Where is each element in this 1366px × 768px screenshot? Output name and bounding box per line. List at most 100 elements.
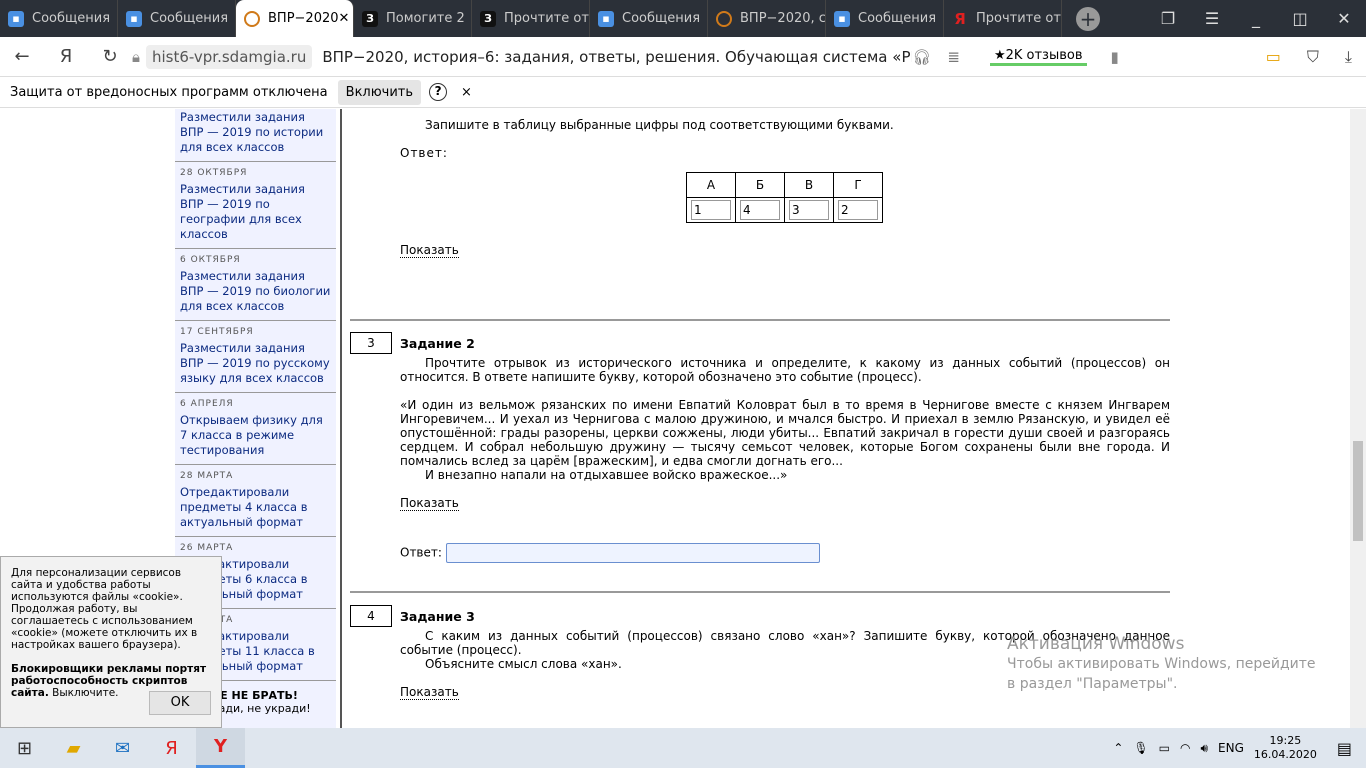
headphones-icon[interactable]: 🎧︎ [912, 48, 931, 66]
tab-label: ВПР−2020, с [740, 11, 826, 26]
minimize-button[interactable]: _ [1234, 9, 1278, 28]
tab[interactable]: З Прочтите от [472, 0, 590, 37]
cookie-ok-button[interactable]: OK [149, 691, 211, 715]
news-link[interactable]: Разместили задания ВПР — 2019 по истории… [180, 110, 332, 155]
page-title[interactable]: ВПР−2020, история–6: задания, ответы, ре… [322, 48, 912, 66]
yandex-icon[interactable]: Я [44, 46, 88, 67]
news-link[interactable]: Разместили задания ВПР — 2019 по русском… [180, 341, 332, 386]
message-icon: ▪ [8, 10, 24, 27]
lock-icon[interactable]: 🔒︎ [132, 48, 140, 66]
news-item: 28 МАРТА Отредактировали предметы 4 класс… [175, 465, 336, 537]
reviews-button[interactable]: ★2K отзывов [989, 48, 1087, 66]
table-header: Б [735, 172, 785, 198]
table-header: Г [833, 172, 883, 198]
date: 16.04.2020 [1253, 748, 1317, 761]
url-domain[interactable]: hist6-vpr.sdamgia.ru [145, 44, 313, 69]
news-date: 6 ОКТЯБРЯ [180, 255, 241, 265]
answer-cell-input[interactable] [740, 200, 780, 220]
answer-cell-input[interactable] [789, 200, 829, 220]
news-link[interactable]: Разместили задания ВПР — 2019 по географ… [180, 182, 332, 242]
answer-table: АБВГ [686, 172, 883, 223]
cookie-notice: Для персонализации сервисов сайта и удоб… [0, 556, 222, 728]
menu-icon[interactable]: ☰ [1190, 9, 1234, 28]
yandex-browser-icon[interactable]: Я [147, 728, 196, 768]
close-icon[interactable]: × [461, 85, 472, 100]
tab-bar: ▪ Сообщения ▪ Сообщения ВПР−2020 ✕ З Помогите 2… [0, 0, 1366, 37]
divider [350, 591, 1170, 593]
reload-icon[interactable]: ↻ [88, 46, 132, 67]
watermark-title: Активация Windows [1007, 634, 1185, 654]
cookie-text: Для персонализации сервисов сайта и удоб… [11, 567, 198, 651]
download-icon[interactable]: ⤓ [1345, 47, 1352, 67]
task1-instruction: Запишите в таблицу выбранные цифры под с… [425, 118, 894, 132]
close-tab-icon[interactable]: ✕ [339, 11, 350, 26]
help-icon[interactable]: ? [429, 83, 448, 101]
divider [340, 109, 342, 728]
bookmark-icon[interactable]: ▮ [1111, 48, 1119, 66]
news-date: 6 АПРЕЛЯ [180, 399, 234, 409]
znanija-icon: З [362, 10, 378, 27]
tab[interactable]: ▪ Сообщения [118, 0, 236, 37]
scrollbar[interactable] [1350, 109, 1366, 728]
tab[interactable]: Я Прочтите от [944, 0, 1062, 37]
news-item: 28 ОКТЯБРЯ Разместили задания ВПР — 2019 … [175, 162, 336, 249]
notifications-icon[interactable]: ▤ [1337, 739, 1352, 758]
news-link[interactable]: Отредактировали предметы 4 класса в акту… [180, 485, 332, 530]
news-date: 28 ОКТЯБРЯ [180, 168, 248, 178]
show-solution-link[interactable]: Показать [400, 685, 459, 700]
time: 19:25 [1269, 734, 1302, 747]
news-link[interactable]: Разместили задания ВПР — 2019 по биологи… [180, 269, 332, 314]
tab[interactable]: ▪ Сообщения [826, 0, 944, 37]
show-solution-link[interactable]: Показать [400, 243, 459, 258]
tab[interactable]: ВПР−2020, с [708, 0, 826, 37]
tab[interactable]: ▪ Сообщения [590, 0, 708, 37]
taskbar: ⊞ ▰ ✉ Я Y ⌃ 🎙︎ ▭ ◠ 🔊︎ ENG 19:25 16.04.202… [0, 728, 1366, 768]
news-link[interactable]: Открываем физику для 7 класса в режиме т… [180, 413, 332, 458]
start-button[interactable]: ⊞ [0, 728, 49, 768]
tab[interactable]: ▪ Сообщения [0, 0, 118, 37]
answer-cell-input[interactable] [691, 200, 731, 220]
task-title: Задание 2 [400, 336, 475, 351]
tab[interactable]: ВПР−2020 ✕ [236, 0, 354, 37]
answer-label: Ответ: [400, 545, 442, 560]
show-solution-link[interactable]: Показать [400, 496, 459, 511]
enable-protection-button[interactable]: Включить [337, 79, 422, 105]
tab-label: Сообщения [32, 11, 111, 26]
task-number: 3 [350, 332, 392, 354]
answer-cell-input[interactable] [838, 200, 878, 220]
message-icon: ▪ [834, 10, 850, 27]
watermark-text: Чтобы активировать Windows, перейдите в … [1007, 656, 1316, 692]
tab-label: Помогите 2 [386, 11, 465, 26]
task-quote-end: И внезапно напали на отдыхавшее войско в… [425, 468, 788, 482]
protect-icon[interactable]: ⛉ [1307, 47, 1319, 67]
scrollbar-thumb[interactable] [1353, 441, 1363, 541]
tab-label: ВПР−2020 [268, 11, 339, 26]
close-window-button[interactable]: ✕ [1322, 9, 1366, 28]
microphone-icon[interactable]: 🎙︎ [1133, 741, 1148, 755]
divider [350, 319, 1170, 321]
news-item: 6 АПРЕЛЯ Открываем физику для 7 класса в … [175, 393, 336, 465]
back-icon[interactable]: ← [0, 46, 44, 67]
maximize-button[interactable]: ◫ [1278, 9, 1322, 28]
battery-icon[interactable]: ▭ [1266, 47, 1281, 67]
mail-icon[interactable]: ✉ [98, 728, 147, 768]
battery-icon[interactable]: ▭ [1159, 741, 1170, 755]
language-indicator[interactable]: ENG [1218, 741, 1244, 755]
table-header: В [784, 172, 834, 198]
tabs-list-icon[interactable]: ❐ [1146, 9, 1190, 28]
tab[interactable]: З Помогите 2 [354, 0, 472, 37]
tab-label: Сообщения [622, 11, 701, 26]
znanija-icon: З [480, 10, 496, 27]
yandex-icon[interactable]: Y [196, 728, 245, 768]
tab-label: Прочтите от [976, 11, 1061, 26]
new-tab-button[interactable]: + [1076, 6, 1100, 31]
explorer-icon[interactable]: ▰ [49, 728, 98, 768]
clock[interactable]: 19:25 16.04.2020 [1254, 734, 1317, 762]
task-quote: «И один из вельмож рязанских по имени Ев… [400, 398, 1170, 468]
reader-icon[interactable]: ≣ [947, 48, 960, 66]
volume-icon[interactable]: 🔊︎ [1200, 741, 1208, 756]
chevron-up-icon[interactable]: ⌃ [1113, 741, 1123, 755]
wifi-icon[interactable]: ◠ [1180, 741, 1190, 755]
answer-input[interactable] [445, 543, 820, 563]
tab-label: Сообщения [858, 11, 937, 26]
